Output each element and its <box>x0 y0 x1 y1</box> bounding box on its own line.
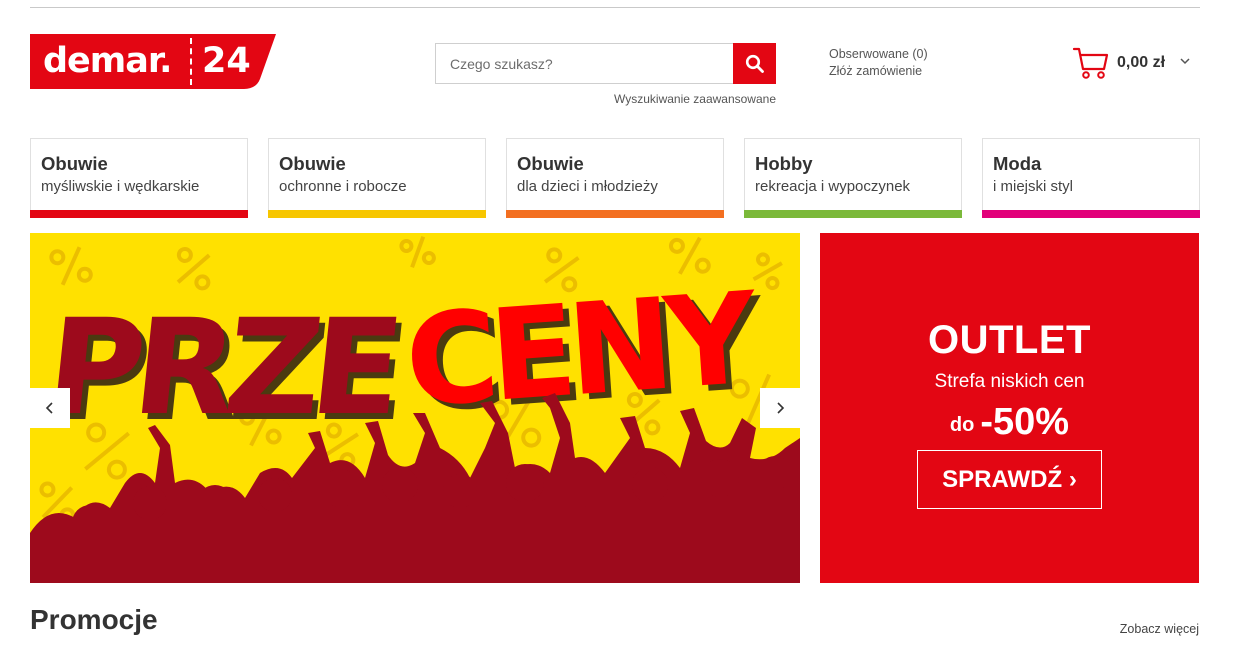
outlet-promo[interactable]: OUTLET Strefa niskich cen do -50% SPRAWDŹ… <box>820 233 1199 583</box>
see-more-link[interactable]: Zobacz więcej <box>1100 622 1199 636</box>
outlet-subtitle: Strefa niskich cen <box>934 371 1085 392</box>
chevron-right-icon: › <box>1068 466 1077 493</box>
category-kids-footwear[interactable]: Obuwie dla dzieci i młodzieży <box>506 138 724 218</box>
hero-banner[interactable]: PRZE PRZE CENY CENY <box>30 233 800 583</box>
cart-total: 0,00 zł <box>1117 54 1166 71</box>
place-order-link[interactable]: Złóż zamówienie <box>829 64 922 78</box>
category-title: Obuwie <box>279 153 346 174</box>
arrow-left-icon <box>45 402 53 414</box>
search-button[interactable] <box>733 43 776 84</box>
category-subtitle: ochronne i robocze <box>279 178 407 195</box>
outlet-button-label: SPRAWDŹ <box>942 466 1063 493</box>
category-title: Moda <box>993 153 1042 174</box>
category-title: Obuwie <box>517 153 584 174</box>
discount-prefix: do <box>949 414 975 436</box>
category-title: Hobby <box>755 153 813 174</box>
outlet-title: OUTLET <box>928 318 1091 362</box>
category-color-bar <box>30 210 248 218</box>
promotions-title: Promocje <box>30 604 158 635</box>
category-subtitle: dla dzieci i młodzieży <box>517 178 658 195</box>
category-color-bar <box>982 210 1200 218</box>
search-icon <box>745 54 764 73</box>
category-subtitle: myśliwskie i wędkarskie <box>41 178 200 195</box>
top-divider <box>30 7 1200 8</box>
arrow-right-icon <box>777 402 785 414</box>
cart-button[interactable]: 0,00 zł <box>1072 45 1197 81</box>
outlet-check-button[interactable]: SPRAWDŹ › <box>917 450 1102 509</box>
category-fashion[interactable]: Moda i miejski styl <box>982 138 1200 218</box>
outlet-discount: do -50% <box>820 401 1199 444</box>
cart-icon <box>1072 47 1109 79</box>
hero-banner-artwork: PRZE PRZE CENY CENY <box>30 235 800 583</box>
search-input[interactable] <box>436 44 734 83</box>
banner-next-button[interactable] <box>760 388 800 428</box>
banner-text-part2: CENY <box>401 264 763 435</box>
category-hunting-fishing-footwear[interactable]: Obuwie myśliwskie i wędkarskie <box>30 138 248 218</box>
category-title: Obuwie <box>41 153 108 174</box>
category-subtitle: i miejski styl <box>993 178 1074 195</box>
search-box <box>435 43 734 84</box>
category-color-bar <box>744 210 962 218</box>
chevron-down-icon <box>1180 58 1190 65</box>
discount-value: -50% <box>980 401 1070 443</box>
logo-separator <box>190 38 192 85</box>
logo-number-text: 24 <box>202 41 251 81</box>
category-subtitle: rekreacja i wypoczynek <box>755 178 911 195</box>
banner-text-part1: PRZE <box>40 291 401 445</box>
banner-prev-button[interactable] <box>30 388 70 428</box>
category-color-bar <box>268 210 486 218</box>
category-hobby[interactable]: Hobby rekreacja i wypoczynek <box>744 138 962 218</box>
category-safety-footwear[interactable]: Obuwie ochronne i robocze <box>268 138 486 218</box>
advanced-search-link[interactable]: Wyszukiwanie zaawansowane <box>600 92 776 106</box>
logo[interactable]: demar. 24 <box>30 34 276 89</box>
category-color-bar <box>506 210 724 218</box>
watched-link[interactable]: Obserwowane (0) <box>829 47 928 61</box>
logo-brand-text: demar. <box>43 41 172 81</box>
